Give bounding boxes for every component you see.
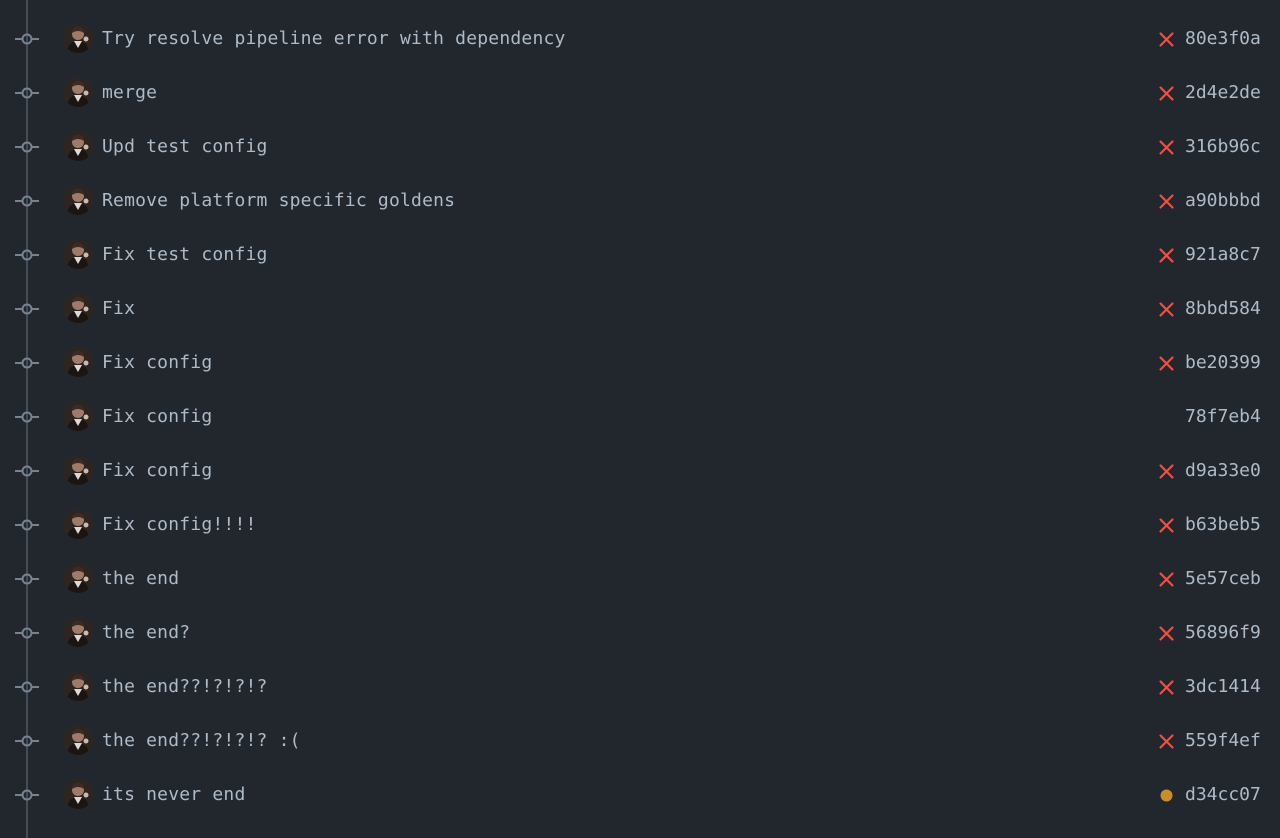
- avatar[interactable]: [63, 185, 93, 215]
- x-icon[interactable]: [1158, 463, 1175, 480]
- git-commit-icon: [15, 680, 39, 694]
- commit-sha[interactable]: be20399: [1185, 352, 1261, 374]
- x-icon[interactable]: [1158, 571, 1175, 588]
- commit-sha[interactable]: 56896f9: [1185, 622, 1261, 644]
- commit-message[interactable]: Upd test config: [102, 136, 268, 158]
- x-icon[interactable]: [1158, 625, 1175, 642]
- x-icon[interactable]: [1158, 85, 1175, 102]
- commit-message[interactable]: the end??!?!?!?: [102, 676, 268, 698]
- git-commit-icon: [15, 194, 39, 208]
- x-icon[interactable]: [1158, 139, 1175, 156]
- avatar[interactable]: [63, 725, 93, 755]
- git-commit-icon: [15, 734, 39, 748]
- x-icon[interactable]: [1158, 247, 1175, 264]
- commit-sha[interactable]: b63beb5: [1185, 514, 1261, 536]
- commit-message[interactable]: Fix config: [102, 460, 212, 482]
- commit-message[interactable]: Fix test config: [102, 244, 268, 266]
- commit-sha[interactable]: a90bbbd: [1185, 190, 1261, 212]
- git-commit-icon: [15, 464, 39, 478]
- avatar[interactable]: [63, 509, 93, 539]
- commit-row[interactable]: merge 2d4e2de: [0, 66, 1280, 120]
- avatar[interactable]: [63, 617, 93, 647]
- commit-message[interactable]: Fix config: [102, 406, 212, 428]
- avatar[interactable]: [63, 779, 93, 809]
- avatar[interactable]: [63, 347, 93, 377]
- commit-sha[interactable]: 2d4e2de: [1185, 82, 1261, 104]
- commit-sha[interactable]: 80e3f0a: [1185, 28, 1261, 50]
- x-icon[interactable]: [1158, 355, 1175, 372]
- commit-row[interactable]: Upd test config 316b96c: [0, 120, 1280, 174]
- status-none: [1158, 409, 1175, 426]
- git-commit-icon: [15, 410, 39, 424]
- git-commit-icon: [15, 518, 39, 532]
- commit-row[interactable]: Fix config d9a33e0: [0, 444, 1280, 498]
- commit-row[interactable]: Fix config!!!! b63beb5: [0, 498, 1280, 552]
- commit-list: Try resolve pipeline error with dependen…: [0, 12, 1280, 822]
- commit-row[interactable]: Fix config be20399: [0, 336, 1280, 390]
- commit-sha[interactable]: 78f7eb4: [1185, 406, 1261, 428]
- commit-message[interactable]: Fix config: [102, 352, 212, 374]
- commit-row[interactable]: the end? 56896f9: [0, 606, 1280, 660]
- commit-sha[interactable]: d9a33e0: [1185, 460, 1261, 482]
- avatar[interactable]: [63, 239, 93, 269]
- commit-message[interactable]: the end: [102, 568, 179, 590]
- avatar[interactable]: [63, 563, 93, 593]
- git-commit-icon: [15, 626, 39, 640]
- commit-row[interactable]: Try resolve pipeline error with dependen…: [0, 12, 1280, 66]
- x-icon[interactable]: [1158, 31, 1175, 48]
- commit-message[interactable]: merge: [102, 82, 157, 104]
- avatar[interactable]: [63, 455, 93, 485]
- commit-message[interactable]: Fix: [102, 298, 135, 320]
- git-commit-icon: [15, 788, 39, 802]
- commit-row[interactable]: Fix config 78f7eb4: [0, 390, 1280, 444]
- commit-row[interactable]: the end 5e57ceb: [0, 552, 1280, 606]
- commit-sha[interactable]: 316b96c: [1185, 136, 1261, 158]
- git-commit-icon: [15, 248, 39, 262]
- commit-message[interactable]: the end?: [102, 622, 190, 644]
- x-icon[interactable]: [1158, 301, 1175, 318]
- commit-row[interactable]: its never end d34cc07: [0, 768, 1280, 822]
- x-icon[interactable]: [1158, 679, 1175, 696]
- commit-row[interactable]: Fix test config 921a8c7: [0, 228, 1280, 282]
- commit-message[interactable]: Remove platform specific goldens: [102, 190, 455, 212]
- commit-sha[interactable]: 559f4ef: [1185, 730, 1261, 752]
- commit-sha[interactable]: 3dc1414: [1185, 676, 1261, 698]
- x-icon[interactable]: [1158, 517, 1175, 534]
- git-commit-icon: [15, 572, 39, 586]
- commit-sha[interactable]: d34cc07: [1185, 784, 1261, 806]
- commit-row[interactable]: the end??!?!?!? :( 559f4ef: [0, 714, 1280, 768]
- dot-icon[interactable]: [1158, 787, 1175, 804]
- git-commit-icon: [15, 86, 39, 100]
- commit-message[interactable]: Try resolve pipeline error with dependen…: [102, 28, 566, 50]
- avatar[interactable]: [63, 23, 93, 53]
- commit-message[interactable]: its never end: [102, 784, 245, 806]
- commit-sha[interactable]: 5e57ceb: [1185, 568, 1261, 590]
- commit-row[interactable]: Fix 8bbd584: [0, 282, 1280, 336]
- x-icon[interactable]: [1158, 193, 1175, 210]
- avatar[interactable]: [63, 293, 93, 323]
- commit-message[interactable]: the end??!?!?!? :(: [102, 730, 301, 752]
- avatar[interactable]: [63, 131, 93, 161]
- commit-message[interactable]: Fix config!!!!: [102, 514, 257, 536]
- avatar[interactable]: [63, 77, 93, 107]
- commit-row[interactable]: Remove platform specific goldens a90bbbd: [0, 174, 1280, 228]
- avatar[interactable]: [63, 401, 93, 431]
- git-commit-icon: [15, 302, 39, 316]
- git-commit-icon: [15, 32, 39, 46]
- commit-sha[interactable]: 8bbd584: [1185, 298, 1261, 320]
- commit-row[interactable]: the end??!?!?!? 3dc1414: [0, 660, 1280, 714]
- avatar[interactable]: [63, 671, 93, 701]
- commit-sha[interactable]: 921a8c7: [1185, 244, 1261, 266]
- git-commit-icon: [15, 356, 39, 370]
- x-icon[interactable]: [1158, 733, 1175, 750]
- git-commit-icon: [15, 140, 39, 154]
